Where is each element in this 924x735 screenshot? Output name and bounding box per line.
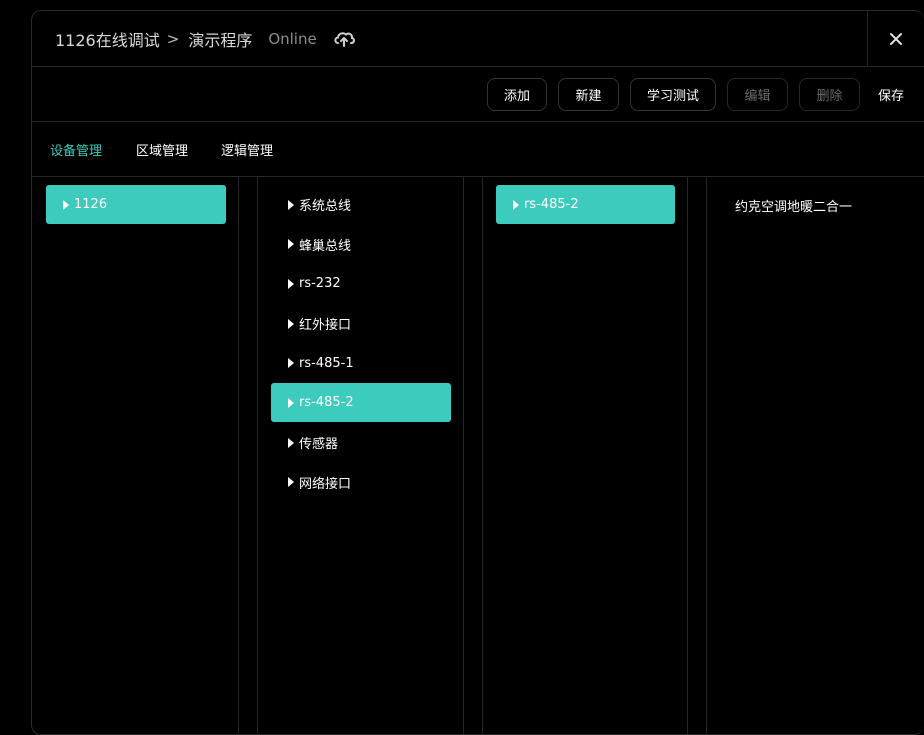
caret-right-icon [288,318,294,329]
tab-area-management[interactable]: 区域管理 [136,122,188,176]
learn-test-button[interactable]: 学习测试 [630,78,716,111]
close-button[interactable] [867,11,924,66]
driver-item[interactable]: 约克空调地暖二合一 [735,196,852,215]
new-button[interactable]: 新建 [558,78,619,111]
list-item-label: 红外接口 [299,318,352,334]
list-item-label: rs-485-2 [299,395,354,411]
caret-right-icon [288,358,294,369]
list-item-label: 系统总线 [299,199,352,214]
list-item[interactable]: 红外接口 [271,304,451,343]
tab-logic-management[interactable]: 逻辑管理 [221,122,273,176]
divider [687,177,688,734]
caret-right-icon [288,199,294,210]
toolbar: 添加 新建 学习测试 编辑 删除 保存 [32,67,924,122]
caret-right-icon [513,199,519,210]
list-item-label: rs-485-1 [299,355,354,371]
list-item[interactable]: 系统总线 [271,185,451,224]
cloud-sync-icon[interactable] [333,30,355,48]
delete-button[interactable]: 删除 [799,78,860,111]
tab-device-management[interactable]: 设备管理 [50,122,102,176]
close-icon[interactable] [889,32,903,46]
list-item[interactable]: rs-232 [271,264,451,303]
list-item-label: 蜂巢总线 [299,238,352,254]
caret-right-icon [288,239,294,250]
divider [706,177,707,734]
list-item[interactable]: 蜂巢总线 [271,225,451,264]
divider [463,177,464,734]
list-item[interactable]: 网络接口 [271,463,451,502]
list-item[interactable]: 传感器 [271,423,451,462]
status-badge: Online [268,29,317,48]
program-name: 演示程序 [188,30,253,50]
caret-right-icon [288,437,294,448]
caret-right-icon [288,278,294,289]
interface-list: 系统总线 蜂巢总线 rs-232 红外接口 rs-485-1 rs-485-2 … [271,185,451,503]
caret-right-icon [63,199,69,210]
app-name: 1126在线调试 [55,30,160,50]
divider [257,177,258,734]
list-item[interactable]: rs-485-2 [271,383,451,423]
divider [482,177,483,734]
columns-panel: 1126 系统总线 蜂巢总线 rs-232 红外接口 rs-485-1 rs-4… [32,177,924,734]
port-list: rs-485-2 [496,185,675,225]
caret-right-icon [288,397,294,408]
device-list: 1126 [46,185,226,225]
save-button[interactable]: 保存 [878,78,904,111]
title-bar: 1126在线调试 > 演示程序 Online [32,11,924,67]
debug-dialog: 1126在线调试 > 演示程序 Online 添加 新建 学习测试 编辑 删除 … [31,10,924,735]
list-item-label: rs-232 [299,276,341,292]
list-item-label: 网络接口 [299,476,352,492]
list-item-label: 1126 [74,197,108,212]
list-item-label: rs-485-2 [524,197,579,212]
divider [238,177,239,734]
add-button[interactable]: 添加 [487,78,547,111]
caret-right-icon [288,477,294,488]
list-item[interactable]: rs-485-2 [496,185,675,224]
tab-bar: 设备管理 区域管理 逻辑管理 [32,122,924,177]
list-item[interactable]: 1126 [46,185,226,224]
edit-button[interactable]: 编辑 [727,78,788,111]
chevron-right-icon: > [166,29,180,48]
breadcrumb: 1126在线调试 > 演示程序 Online [55,11,355,66]
list-item-label: 传感器 [299,437,339,453]
list-item[interactable]: rs-485-1 [271,344,451,383]
